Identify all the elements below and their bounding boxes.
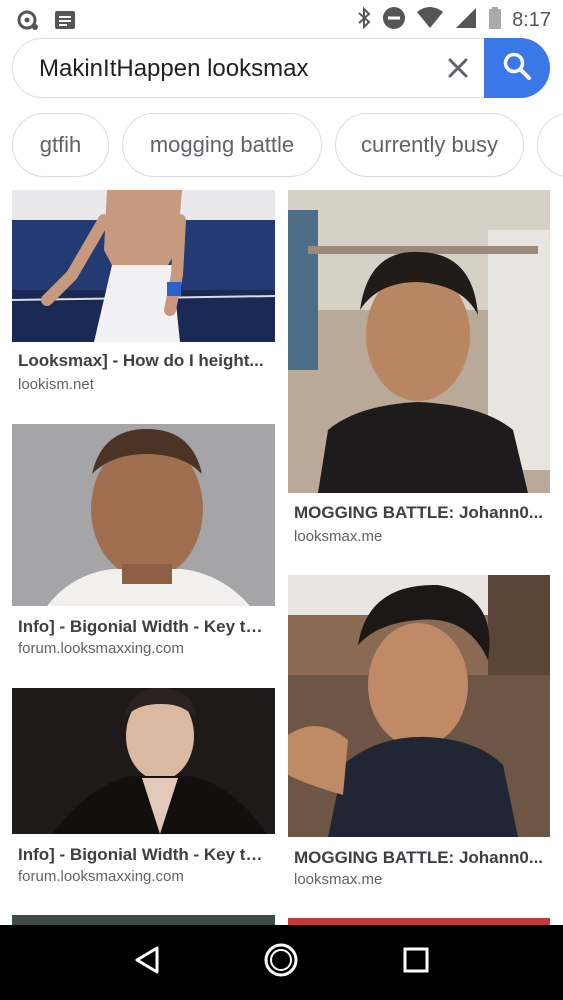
chip-currently-busy[interactable]: currently busy: [335, 113, 524, 177]
result-title: Looksmax] - How do I height...: [18, 351, 264, 370]
status-time: 8:17: [512, 9, 551, 31]
suggestion-chips: gtfih mogging battle currently busy: [12, 113, 563, 177]
back-icon: [133, 945, 161, 980]
chip-gtfih[interactable]: gtfih: [12, 113, 109, 177]
result-title: Info] - Bigonial Width - Key to ...: [18, 617, 268, 636]
cell-signal-icon: [454, 6, 478, 35]
result-image[interactable]: [288, 190, 550, 493]
back-button[interactable]: [117, 933, 177, 993]
result-image[interactable]: [12, 688, 275, 834]
result-title: MOGGING BATTLE: Johann0...: [294, 503, 544, 522]
result-card[interactable]: Info] - Bigonial Width - Key to ... foru…: [12, 424, 275, 664]
result-card[interactable]: Looksmax] - How do I height... lookism.n…: [12, 190, 275, 405]
bluetooth-icon: [356, 6, 372, 35]
result-image[interactable]: [12, 915, 275, 925]
result-card[interactable]: MOGGING BATTLE: Johann0... looksmax.me: [288, 190, 550, 550]
search-bar: [12, 38, 550, 98]
navigation-bar: [0, 925, 563, 1000]
result-card[interactable]: Info] - Bigonial Width - Key to ... foru…: [12, 688, 275, 898]
result-title: MOGGING BATTLE: Johann0...: [294, 848, 544, 867]
status-bar: 8:17: [0, 0, 563, 38]
result-card[interactable]: MOGGING BATTLE: Johann0... looksmax.me: [288, 575, 550, 895]
search-icon: [502, 51, 532, 86]
result-image[interactable]: [12, 190, 275, 342]
home-button[interactable]: [251, 933, 311, 993]
result-source: looksmax.me: [294, 528, 383, 545]
chip-more[interactable]: [537, 113, 563, 177]
notification-dot-icon: [16, 8, 40, 37]
message-icon: [54, 9, 76, 36]
result-title: Info] - Bigonial Width - Key to ...: [18, 845, 268, 864]
wifi-icon: [416, 6, 444, 35]
close-icon: [447, 57, 469, 84]
result-source: looksmax.me: [294, 871, 383, 888]
recents-button[interactable]: [386, 933, 446, 993]
home-icon: [263, 942, 299, 983]
result-image[interactable]: [288, 575, 550, 837]
clear-search-button[interactable]: [441, 53, 475, 87]
result-source: forum.looksmaxxing.com: [18, 868, 184, 885]
result-image[interactable]: [12, 424, 275, 606]
chip-mogging-battle[interactable]: mogging battle: [122, 113, 322, 177]
search-input[interactable]: [39, 53, 429, 85]
result-source: lookism.net: [18, 376, 94, 393]
result-source: forum.looksmaxxing.com: [18, 640, 184, 657]
search-submit-button[interactable]: [484, 38, 550, 98]
result-image[interactable]: [288, 918, 550, 925]
recents-icon: [402, 946, 430, 979]
do-not-disturb-icon: [382, 6, 406, 35]
battery-icon: [488, 6, 502, 35]
